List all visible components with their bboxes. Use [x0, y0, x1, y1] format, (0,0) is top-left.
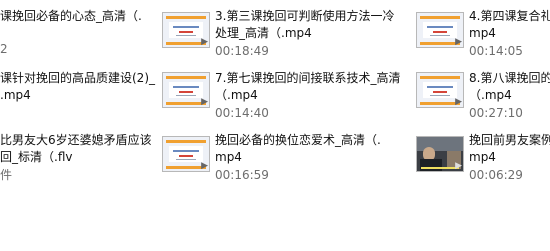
- video-duration: 00:18:49: [215, 44, 269, 58]
- file-name-line: 课挽回必备的心态_高清（.: [0, 9, 142, 23]
- file-name-line: 回_标清（.flv: [0, 150, 73, 164]
- file-item[interactable]: 课挽回必备的心态_高清（. 2: [0, 6, 160, 62]
- video-thumbnail: ▶: [416, 136, 464, 172]
- file-name-line: 挽回必备的换位恋爱术_高清（.: [215, 133, 381, 147]
- file-name-line: .mp4: [0, 88, 31, 102]
- video-duration: 00:14:40: [215, 106, 269, 120]
- file-item[interactable]: 课针对挽回的高品质建设(2)_ .mp4: [0, 68, 160, 124]
- video-file-icon: ▶: [201, 37, 208, 47]
- video-duration: 00:16:59: [215, 168, 269, 182]
- video-duration: 00:27:10: [469, 106, 523, 120]
- file-name-line: （.mp4: [215, 88, 258, 102]
- file-item[interactable]: ▶ 挽回必备的换位恋爱术_高清（. mp4 00:16:59: [162, 130, 402, 186]
- file-item[interactable]: ▶ 3.第三课挽回可判断使用方法一冷 处理_高清（.mp4 00:18:49: [162, 6, 402, 62]
- file-name-line: 课针对挽回的高品质建设(2)_: [0, 71, 155, 85]
- file-item[interactable]: 比男友大6岁还婆媳矛盾应该 回_标清（.flv 件: [0, 130, 160, 186]
- file-list-pane: 课挽回必备的心态_高清（. 2 ▶ 3.第三课挽回可判断使用方法一冷 处理_高清…: [0, 0, 550, 251]
- file-item[interactable]: ▶ 8.第八课挽回的 （.mp4 00:27:10: [416, 68, 550, 124]
- file-name-line: mp4: [469, 26, 496, 40]
- file-name-line: 7.第七课挽回的间接联系技术_高清: [215, 71, 401, 85]
- video-thumbnail: ▶: [162, 12, 210, 48]
- file-name-line: （.mp4: [469, 88, 512, 102]
- file-item[interactable]: ▶ 7.第七课挽回的间接联系技术_高清 （.mp4 00:14:40: [162, 68, 402, 124]
- video-duration: 00:06:29: [469, 168, 523, 182]
- video-file-icon: ▶: [455, 97, 462, 107]
- file-name-line: 3.第三课挽回可判断使用方法一冷: [215, 9, 395, 23]
- file-name-line: 比男友大6岁还婆媳矛盾应该: [0, 133, 152, 147]
- video-file-icon: ▶: [201, 97, 208, 107]
- video-thumbnail: ▶: [162, 72, 210, 108]
- video-file-icon: ▶: [455, 161, 462, 171]
- video-thumbnail: ▶: [416, 72, 464, 108]
- video-duration: 00:14:05: [469, 44, 523, 58]
- file-name-line: 8.第八课挽回的: [469, 71, 550, 85]
- file-name-line: 处理_高清（.mp4: [215, 26, 312, 40]
- file-name-line: 4.第四课复合礼: [469, 9, 550, 23]
- video-file-icon: ▶: [455, 37, 462, 47]
- file-name-line: 挽回前男友案例: [469, 133, 550, 147]
- video-thumbnail: ▶: [416, 12, 464, 48]
- video-file-icon: ▶: [201, 161, 208, 171]
- file-item[interactable]: ▶ 挽回前男友案例 mp4 00:06:29: [416, 130, 550, 186]
- file-name-line: mp4: [469, 150, 496, 164]
- file-item[interactable]: ▶ 4.第四课复合礼 mp4 00:14:05: [416, 6, 550, 62]
- video-thumbnail: ▶: [162, 136, 210, 172]
- file-name-line: mp4: [215, 150, 242, 164]
- file-type-label: 件: [0, 168, 13, 182]
- file-name-line: 2: [0, 42, 8, 56]
